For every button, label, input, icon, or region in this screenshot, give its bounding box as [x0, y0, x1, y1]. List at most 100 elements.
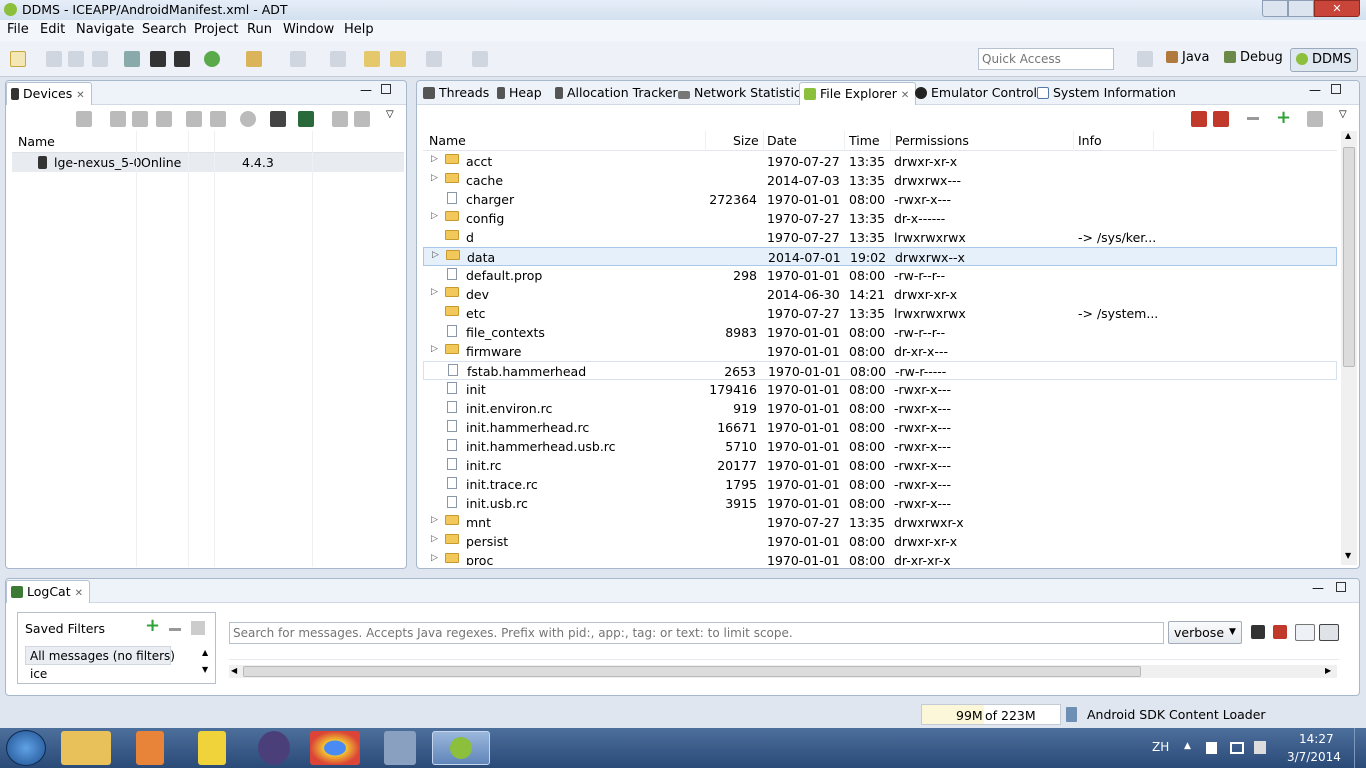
maximize-icon[interactable] — [1331, 84, 1341, 94]
upload-icon[interactable] — [150, 51, 166, 67]
flag-icon[interactable] — [1206, 742, 1217, 754]
file-row[interactable]: init.hammerhead.usb.rc 5710 1970-01-01 08:0… — [423, 437, 1337, 456]
tab-file-explorer[interactable]: File Explorer ✕ — [799, 82, 917, 105]
file-row[interactable]: ▷ acct 1970-07-27 13:35 drwxr-xr-x — [423, 152, 1337, 171]
tools-icon[interactable] — [246, 51, 262, 67]
scroll-up-icon[interactable]: ▲ — [1345, 131, 1351, 140]
file-row[interactable]: ▷ config 1970-07-27 13:35 dr-x------ — [423, 209, 1337, 228]
expand-icon[interactable]: ▷ — [431, 287, 438, 297]
systrace-icon[interactable] — [332, 111, 348, 127]
opengl-trace-icon[interactable] — [354, 111, 370, 127]
dump-view-hierarchy-icon[interactable] — [298, 111, 314, 127]
col-time[interactable]: Time — [849, 133, 880, 148]
expand-icon[interactable]: ▷ — [431, 515, 438, 525]
horizontal-scrollbar[interactable]: ◀ ▶ — [229, 665, 1337, 678]
back-icon[interactable] — [390, 51, 406, 67]
scroll-left-icon[interactable]: ◀ — [231, 666, 237, 675]
file-row[interactable]: default.prop 298 1970-01-01 08:00 -rw-r--r-- — [423, 266, 1337, 285]
perspective-ddms[interactable]: DDMS — [1290, 48, 1358, 72]
tab-logcat[interactable]: LogCat ✕ — [6, 580, 90, 603]
vertical-scrollbar[interactable]: ▲ ▼ — [1341, 131, 1357, 565]
menu-window[interactable]: Window — [283, 22, 334, 37]
pin-editor-icon[interactable] — [472, 51, 488, 67]
clock-time[interactable]: 14:27 — [1299, 732, 1334, 746]
expand-icon[interactable]: ▷ — [431, 344, 438, 354]
file-row[interactable]: ▷ persist 1970-01-01 08:00 drwxr-xr-x — [423, 532, 1337, 551]
next-annotation-icon[interactable] — [290, 51, 306, 67]
menu-edit[interactable]: Edit — [40, 22, 65, 37]
update-threads-icon[interactable] — [186, 111, 202, 127]
scroll-down-icon[interactable]: ▼ — [1345, 551, 1351, 560]
file-row[interactable]: ▷ mnt 1970-07-27 13:35 drwxrwxr-x — [423, 513, 1337, 532]
filter-scroll-down-icon[interactable]: ▼ — [202, 665, 208, 674]
debug-process-icon[interactable] — [76, 111, 92, 127]
close-icon[interactable]: ✕ — [75, 588, 83, 599]
scroll-lock-icon[interactable] — [1319, 624, 1339, 641]
file-row[interactable]: init.trace.rc 1795 1970-01-01 08:00 -rwxr-x-… — [423, 475, 1337, 494]
screen-capture-icon[interactable] — [270, 111, 286, 127]
col-date[interactable]: Date — [767, 133, 797, 148]
volume-icon[interactable] — [1254, 741, 1266, 754]
file-row[interactable]: ▷ firmware 1970-01-01 08:00 dr-xr-x--- — [423, 342, 1337, 361]
file-row[interactable]: init.rc 20177 1970-01-01 08:00 -rwxr-x--- — [423, 456, 1337, 475]
plus-app-task-icon[interactable] — [198, 731, 226, 765]
prev-annotation-icon[interactable] — [330, 51, 346, 67]
delete-icon[interactable] — [1247, 117, 1259, 120]
pull-file-icon[interactable] — [1191, 111, 1207, 127]
menu-search[interactable]: Search — [142, 22, 187, 37]
expand-icon[interactable]: ▷ — [432, 250, 439, 260]
logcat-search-input[interactable] — [229, 622, 1164, 644]
remove-filter-icon[interactable] — [169, 628, 181, 631]
toggle-filters-icon[interactable] — [1295, 624, 1315, 641]
expand-icon[interactable]: ▷ — [431, 534, 438, 544]
save-icon[interactable] — [46, 51, 62, 67]
save-log-icon[interactable] — [1251, 625, 1265, 639]
forward-icon[interactable] — [426, 51, 442, 67]
menu-project[interactable]: Project — [194, 22, 238, 37]
debug-run-icon[interactable] — [204, 51, 220, 67]
quick-access-input[interactable] — [978, 48, 1114, 70]
input-language[interactable]: ZH — [1152, 740, 1169, 754]
start-button[interactable] — [6, 730, 46, 766]
heap-status[interactable]: 99M of 223M — [921, 704, 1061, 725]
menu-help[interactable]: Help — [344, 22, 374, 37]
expand-icon[interactable]: ▷ — [431, 553, 438, 563]
new-icon[interactable] — [10, 51, 26, 67]
file-row[interactable]: ▷ dev 2014-06-30 14:21 drwxr-xr-x — [423, 285, 1337, 304]
file-row[interactable]: init.hammerhead.rc 16671 1970-01-01 08:00 -r… — [423, 418, 1337, 437]
explorer-task-icon[interactable] — [61, 731, 111, 765]
stop-process-icon[interactable] — [240, 111, 256, 127]
perspective-java[interactable]: Java — [1166, 50, 1209, 65]
clear-log-icon[interactable] — [1273, 625, 1287, 639]
file-row[interactable]: d 1970-07-27 13:35 lrwxrwxrwx -> /sys/ker... — [423, 228, 1337, 247]
filter-item-all[interactable]: All messages (no filters) — [25, 646, 175, 665]
save-all-icon[interactable] — [68, 51, 84, 67]
file-row[interactable]: ▷ proc 1970-01-01 08:00 dr-xr-xr-x — [423, 551, 1337, 565]
add-filter-icon[interactable]: + — [145, 615, 160, 636]
scroll-thumb[interactable] — [1343, 147, 1355, 367]
close-button[interactable]: ✕ — [1314, 0, 1360, 17]
col-size[interactable]: Size — [733, 133, 759, 148]
expand-icon[interactable]: ▷ — [431, 173, 438, 183]
minimize-icon[interactable]: — — [360, 83, 372, 97]
tab-emulator-control[interactable]: Emulator Control — [915, 85, 1037, 100]
tab-network-statistics[interactable]: Network Statistics — [678, 85, 807, 100]
file-row[interactable]: ▷ data 2014-07-01 19:02 drwxrwx--x — [423, 247, 1337, 266]
network-tray-icon[interactable] — [1230, 742, 1244, 754]
tray-arrow-icon[interactable]: ▲ — [1184, 741, 1191, 751]
eclipse-task-icon[interactable] — [258, 731, 290, 765]
sdk-manager-icon[interactable] — [124, 51, 140, 67]
col-permissions[interactable]: Permissions — [895, 133, 969, 148]
filter-item-ice[interactable]: ice — [30, 667, 47, 681]
tab-threads[interactable]: Threads — [423, 85, 489, 100]
hscroll-thumb[interactable] — [243, 666, 1141, 677]
file-row[interactable]: init.environ.rc 919 1970-01-01 08:00 -rwxr-x… — [423, 399, 1337, 418]
file-row[interactable]: ▷ cache 2014-07-03 13:35 drwxrwx--- — [423, 171, 1337, 190]
open-perspective-icon[interactable] — [1137, 51, 1153, 67]
maximize-icon[interactable] — [1336, 582, 1346, 592]
col-info[interactable]: Info — [1078, 133, 1102, 148]
tab-allocation-tracker[interactable]: Allocation Tracker — [555, 85, 678, 100]
file-row[interactable]: fstab.hammerhead 2653 1970-01-01 08:00 -rw-r… — [423, 361, 1337, 380]
trash-icon[interactable] — [1066, 707, 1077, 722]
network-app-task-icon[interactable] — [384, 731, 416, 765]
